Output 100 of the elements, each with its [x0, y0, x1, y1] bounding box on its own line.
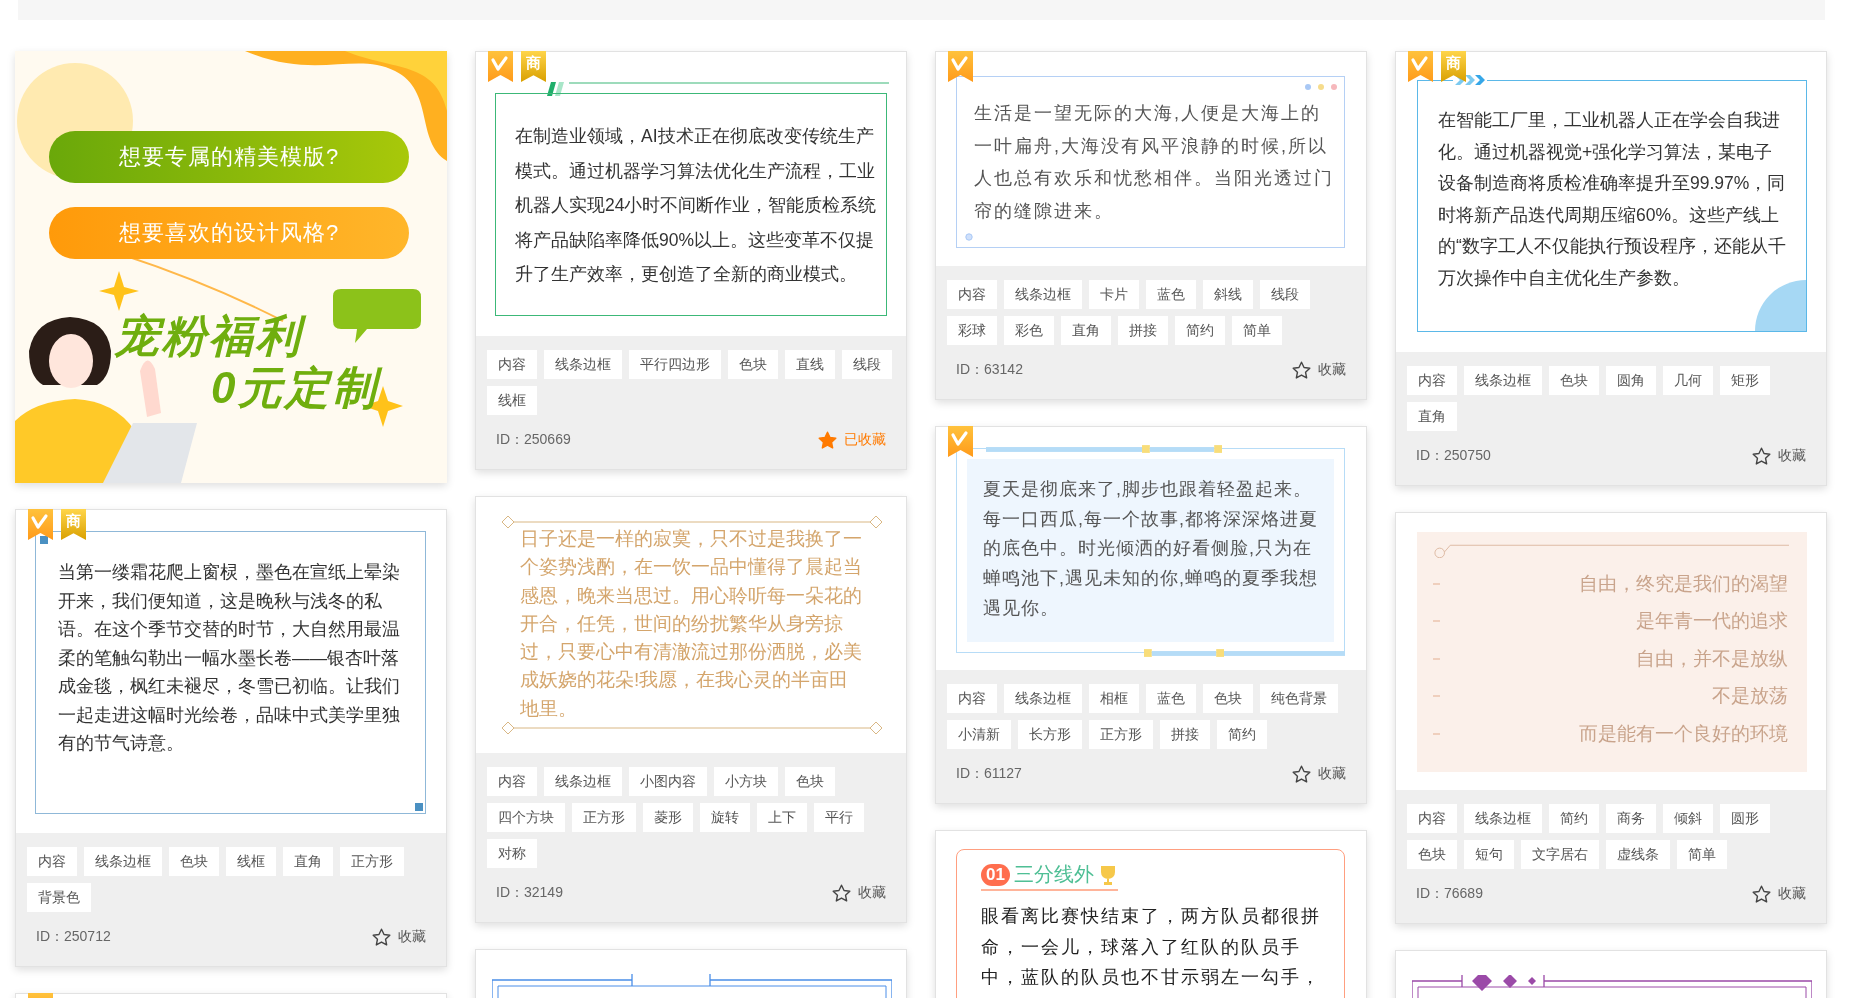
tag-chip[interactable]: 拼接 [1160, 720, 1210, 749]
tag-chip[interactable]: 彩球 [947, 316, 997, 345]
tag-chip[interactable]: 彩色 [1004, 316, 1054, 345]
tag-chip[interactable]: 几何 [1663, 366, 1713, 395]
tag-chip[interactable]: 内容 [947, 280, 997, 309]
template-card[interactable]: 夏天是彻底来了,脚步也跟着轻盈起来。每一口西瓜,每一个故事,都将深深烙进夏的底色中。时光倾洒的好看侧脸,只为在蝉鸣池下,遇见未知的你,蝉鸣的夏季我想遇见你。 内容 线条边框 相框 蓝色 色块 纯色背景 小清新 长方形 正方形 拼接 简约 ID：61127 收藏 [935, 426, 1367, 804]
tag-chip[interactable]: 短句 [1464, 840, 1514, 869]
tag-chip[interactable]: 线段 [1260, 280, 1310, 309]
template-card[interactable]: 商 当第一缕霜花爬上窗棂，墨色在宣纸上晕染开来，我们便知道，这是晚秋与浅冬的私语。在这个季节交替的时节，大自然用最温柔的笔触勾勒出一幅水墨长卷——银杏叶落成金毯，枫红未褪尽，冬雪已初临。让我们一起走进这幅时光绘卷，品味中式美学里独有的节气诗意。 内容 线条边框 色块 线框 直角 正方形 背景色 ID：250712 收藏 [15, 509, 447, 967]
favorite-button[interactable]: 收藏 [1751, 883, 1806, 905]
favorite-button[interactable]: 收藏 [1751, 445, 1806, 467]
vip-badge-icon [488, 51, 513, 82]
tag-chip[interactable]: 直角 [1407, 402, 1457, 431]
template-card[interactable]: 01 三分线外 眼看离比赛快结束了，两方队员都很拼命，一会儿，球落入了红队的队员手中，蓝队的队员也不甘示弱左一勾手， [935, 830, 1367, 998]
tag-chip[interactable]: 色块 [785, 767, 835, 796]
template-id: ID：250750 [1416, 447, 1491, 465]
tag-chip[interactable]: 色块 [1549, 366, 1599, 395]
sample-text: 自由，终究是我们的渴望 [1579, 571, 1788, 596]
tag-chip[interactable]: 简约 [1217, 720, 1267, 749]
tag-chip[interactable]: 内容 [487, 350, 537, 379]
tag-chip[interactable]: 线框 [226, 847, 276, 876]
sample-text: 在制造业领域，AI技术正在彻底改变传统生产模式。通过机器学习算法优化生产流程，工业机器人实现24小时不间断作业，智能质检系统将产品缺陷率降低90%以上。这些变革不仅提升了生产效率，更创造了全新的商业模式。 [515, 125, 878, 286]
favorite-button[interactable]: 收藏 [1291, 763, 1346, 785]
tag-chip[interactable]: 色块 [728, 350, 778, 379]
tag-chip[interactable]: 平行四边形 [629, 350, 721, 379]
tag-chip[interactable]: 内容 [1407, 804, 1457, 833]
tag-chip[interactable]: 虚线条 [1606, 840, 1670, 869]
tag-chip[interactable]: 简单 [1232, 316, 1282, 345]
template-id: ID：32149 [496, 884, 563, 902]
template-id: ID：250669 [496, 431, 571, 449]
tag-chip[interactable]: 蓝色 [1146, 280, 1196, 309]
tag-chip[interactable]: 色块 [1203, 684, 1253, 713]
tag-chip[interactable]: 色块 [169, 847, 219, 876]
star-icon [817, 429, 838, 451]
tag-chip[interactable]: 内容 [947, 684, 997, 713]
tag-chip[interactable]: 圆形 [1720, 804, 1770, 833]
tag-chip[interactable]: 商务 [1606, 804, 1656, 833]
tag-chip[interactable]: 菱形 [643, 803, 693, 832]
commercial-badge: 商 [61, 509, 86, 540]
tag-chip[interactable]: 直线 [785, 350, 835, 379]
tag-chip[interactable]: 线段 [842, 350, 892, 379]
favorite-button[interactable]: 收藏 [831, 882, 886, 904]
tag-chip[interactable]: 正方形 [1089, 720, 1153, 749]
tag-chip[interactable]: 线条边框 [1004, 280, 1082, 309]
tag-chip[interactable]: 小清新 [947, 720, 1011, 749]
tag-chip[interactable]: 上下 [757, 803, 807, 832]
tag-chip[interactable]: 小图内容 [629, 767, 707, 796]
tag-chip[interactable]: 简单 [1677, 840, 1727, 869]
tag-chip[interactable]: 平行 [814, 803, 864, 832]
section-title: 三分线外 [1013, 862, 1094, 887]
dots-ornament [1304, 83, 1338, 91]
tag-chip[interactable]: 长方形 [1018, 720, 1082, 749]
vip-badge-icon [1408, 51, 1433, 82]
tag-chip[interactable]: 线条边框 [1464, 804, 1542, 833]
template-card[interactable]: 自由，终究是我们的渴望 是年青一代的追求 自由，并不是放纵 不是放荡 而是能有一个良好的环境 内容 线条边框 简约 商务 倾斜 圆形 色块 短句 文字居右 虚线条 简单 ID：76689 收藏 [1395, 512, 1827, 924]
tag-chip[interactable]: 内容 [27, 847, 77, 876]
tag-chip[interactable]: 线条边框 [1004, 684, 1082, 713]
favorite-button[interactable]: 收藏 [371, 926, 426, 948]
tag-chip[interactable]: 内容 [1407, 366, 1457, 395]
tag-chip[interactable]: 直角 [1061, 316, 1111, 345]
tag-chip[interactable]: 蓝色 [1146, 684, 1196, 713]
tag-chip[interactable]: 内容 [487, 767, 537, 796]
ring-ornament [965, 233, 973, 241]
favorite-button[interactable]: 收藏 [1291, 359, 1346, 381]
dash-mark [1433, 582, 1440, 585]
template-id: ID：63142 [956, 361, 1023, 379]
template-card[interactable]: 日子还是一样的寂寞，只不过是我换了一个姿势浅酌，在一饮一品中懂得了晨起当感恩，晚来当思过。用心聆听每一朵花的开合，任凭，世间的纷扰繁华从身旁掠过，只要心中有清澈流过那份洒脱，必美成妖娆的花朵!我愿，在我心灵的半亩田地里。 内容 线条边框 小图内容 小方块 色块 四个方块 正方形 菱形 旋转 上下 平行 对称 ID：32149 收藏 [475, 496, 907, 923]
tag-chip[interactable]: 小方块 [714, 767, 778, 796]
star-icon [831, 882, 852, 904]
tag-chip[interactable]: 正方形 [340, 847, 404, 876]
template-id: ID：250712 [36, 928, 111, 946]
tag-chip[interactable]: 背景色 [27, 883, 91, 912]
tag-chip[interactable]: 简约 [1549, 804, 1599, 833]
vip-badge-icon [948, 51, 973, 82]
tag-chip[interactable]: 圆角 [1606, 366, 1656, 395]
tag-chip[interactable]: 卡片 [1089, 280, 1139, 309]
tag-chip[interactable]: 矩形 [1720, 366, 1770, 395]
tag-chip[interactable]: 简约 [1175, 316, 1225, 345]
tag-chip[interactable]: 直角 [283, 847, 333, 876]
tag-chip[interactable]: 四个方块 [487, 803, 565, 832]
tag-chip[interactable]: 倾斜 [1663, 804, 1713, 833]
template-card[interactable]: 商 在制造业领域，AI技术正在彻底改变传统生产模式。通过机器学习算法优化生产流程，工业机器人实现24小时不间断作业，智能质检系统将产品缺陷率降低90%以上。这些变革不仅提升了生产效率，更创造了全新的商业模式。 内容 线条边框 平行四边形 色块 直线 线段 线框 ID：250669 已收藏 [475, 51, 907, 470]
tag-chip[interactable]: 斜线 [1203, 280, 1253, 309]
tag-chip[interactable]: 线框 [487, 386, 537, 415]
tag-chip[interactable]: 线条边框 [544, 350, 622, 379]
template-card[interactable]: 商 在智能工厂里，工业机器人正在学会自我进化。通过机器视觉+强化学习算法，某电子设备制造商将质检准确率提升至99.97%，同时将新产品迭代周期压缩60%。这些产线上的“数字工人不仅能执行预设程序，还能从千万次操作中自主优化生产参数。 内容 线条边框 色块 圆角 几何 矩形 直角 ID：250750 收藏 [1395, 51, 1827, 486]
star-icon [1291, 763, 1312, 785]
tag-chip[interactable]: 旋转 [700, 803, 750, 832]
tag-chip[interactable]: 色块 [1407, 840, 1457, 869]
tag-chip[interactable]: 文字居右 [1521, 840, 1599, 869]
tag-chip[interactable]: 线条边框 [1464, 366, 1542, 395]
tag-chip[interactable]: 纯色背景 [1260, 684, 1338, 713]
tag-chip[interactable]: 相框 [1089, 684, 1139, 713]
commercial-badge: 商 [521, 51, 546, 82]
tag-chip[interactable]: 拼接 [1118, 316, 1168, 345]
tag-chip[interactable]: 线条边框 [544, 767, 622, 796]
tag-chip[interactable]: 正方形 [572, 803, 636, 832]
tag-chip[interactable]: 线条边框 [84, 847, 162, 876]
template-card[interactable]: 生活是一望无际的大海,人便是大海上的一叶扁舟,大海没有风平浪静的时候,所以人也总有欢乐和忧愁相伴。当阳光透过门帘的缝隙进来。 内容 线条边框 卡片 蓝色 斜线 线段 彩球 彩色 直角 拼接 简约 简单 ID：63142 收藏 [935, 51, 1367, 400]
tag-chip[interactable]: 对称 [487, 839, 537, 868]
